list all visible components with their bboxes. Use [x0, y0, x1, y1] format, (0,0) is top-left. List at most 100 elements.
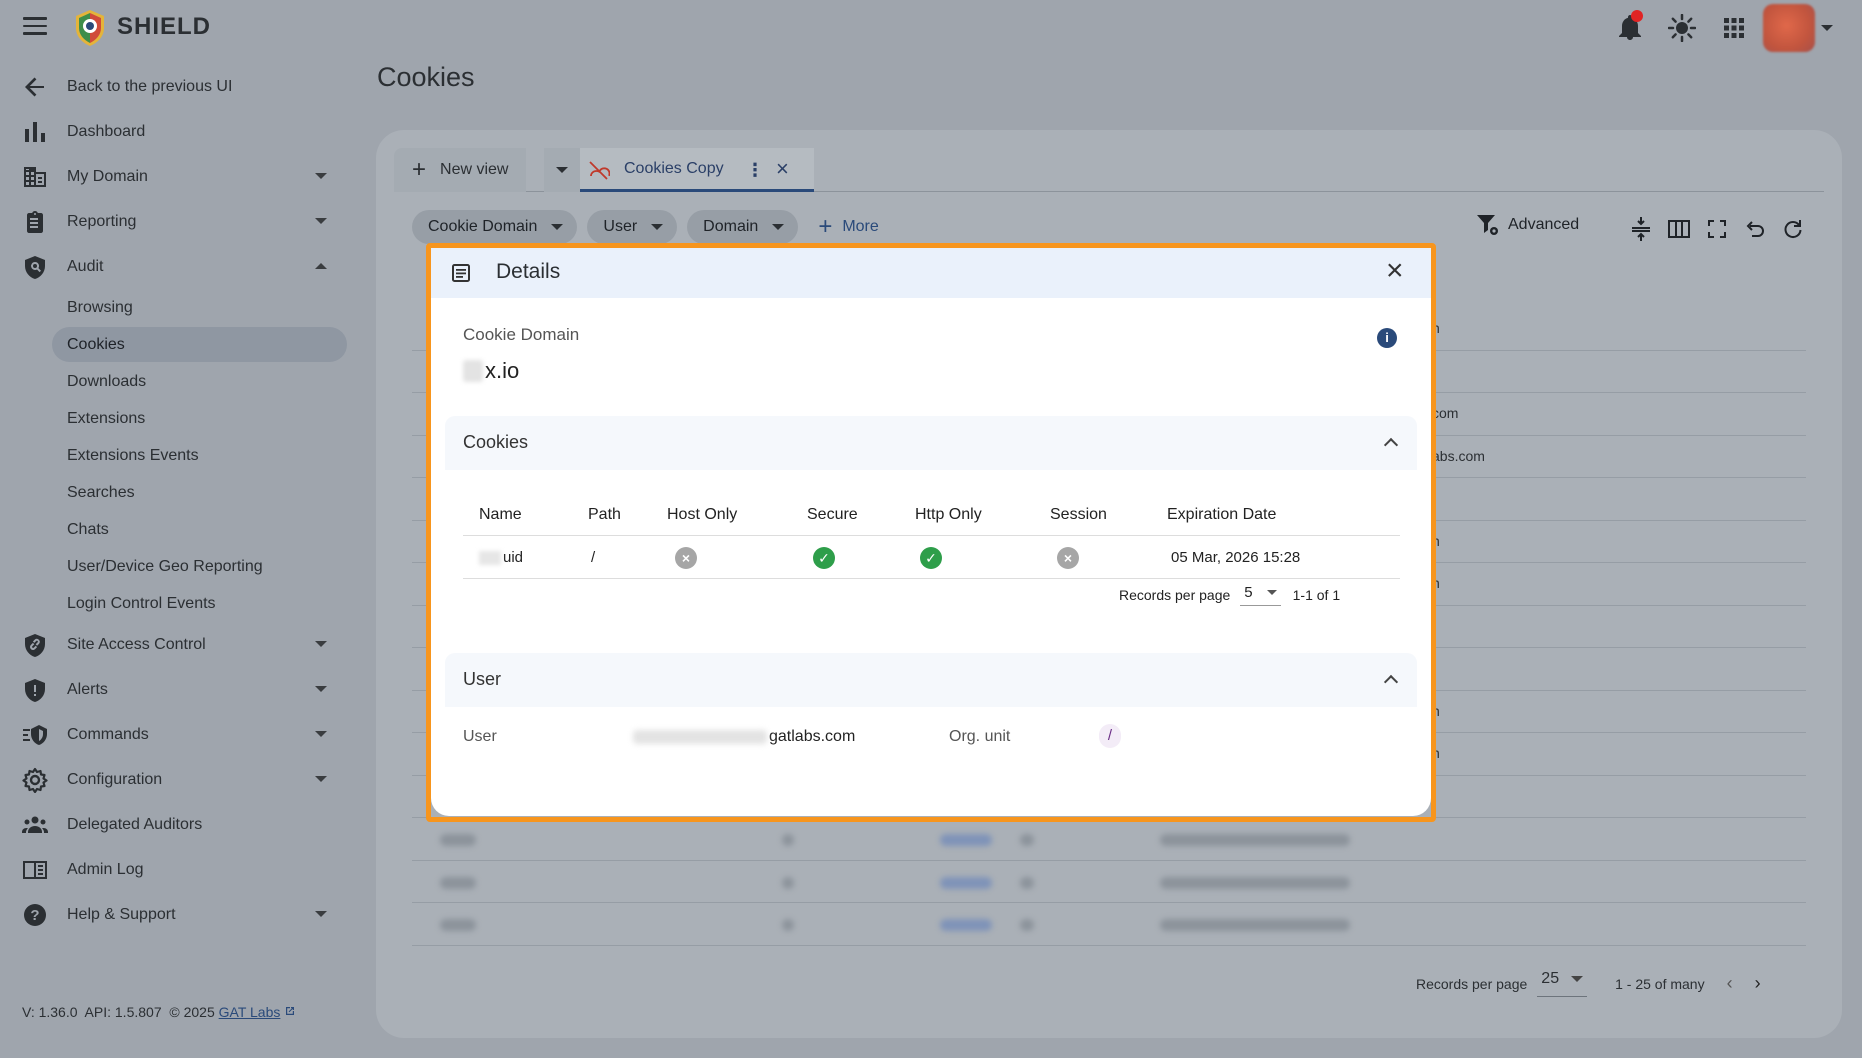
back-label: Back to the previous UI [67, 77, 233, 95]
sidebar-item-dashboard[interactable]: Dashboard [0, 109, 360, 154]
user-value[interactable]: gatlabs.com [633, 728, 855, 746]
api-version-text: API: 1.5.807 [84, 1004, 162, 1020]
sidebar-item-commands[interactable]: Commands [0, 712, 360, 757]
records-per-page-select[interactable]: 25 [1537, 970, 1588, 997]
tab-cookies-copy[interactable]: Cookies Copy ⋮ × [580, 148, 814, 192]
menu-icon[interactable] [23, 17, 47, 37]
filter-bar: Cookie Domain User Domain + More [412, 210, 889, 244]
next-page-icon[interactable]: › [1755, 973, 1761, 994]
sidebar-item-reporting[interactable]: Reporting [0, 199, 360, 244]
sidebar-subitem-chats[interactable]: Chats [0, 511, 360, 548]
user-section-header[interactable]: User [445, 653, 1417, 707]
sidebar-subitem-geo-reporting[interactable]: User/Device Geo Reporting [0, 548, 360, 585]
views-dropdown-button[interactable] [544, 148, 580, 192]
sidebar-subitem-browsing[interactable]: Browsing [0, 289, 360, 326]
account-menu[interactable] [1760, 4, 1836, 52]
records-per-page-select[interactable]: 5 [1240, 584, 1281, 606]
filter-chip-cookie-domain[interactable]: Cookie Domain [412, 210, 578, 244]
version-text: V: 1.36.0 [22, 1004, 78, 1020]
redacted-cell [782, 876, 794, 889]
redacted-cell [1160, 876, 1350, 889]
redacted-text [479, 551, 501, 566]
advanced-filter-button[interactable]: Advanced [1476, 214, 1579, 236]
cookie-domain-label: Cookie Domain [463, 325, 580, 344]
previous-page-icon[interactable]: ‹ [1727, 973, 1733, 994]
kebab-menu-icon[interactable]: ⋮ [746, 160, 764, 181]
more-filters-button[interactable]: + More [808, 210, 888, 244]
table-row[interactable] [412, 861, 1806, 903]
refresh-button[interactable] [1774, 214, 1812, 244]
chevron-down-icon [315, 731, 327, 737]
chevron-up-icon [1383, 674, 1399, 690]
shield-link-icon [25, 634, 45, 657]
chip-label: Domain [703, 218, 759, 235]
fullscreen-button[interactable] [1698, 214, 1736, 244]
cookie-name-text: uid [503, 549, 524, 566]
new-view-tab[interactable]: + New view [394, 148, 527, 192]
gat-labs-link[interactable]: GAT Labs [219, 1004, 281, 1020]
sidebar-subitem-downloads[interactable]: Downloads [0, 363, 360, 400]
sidebar-item-my-domain[interactable]: My Domain [0, 154, 360, 199]
back-to-previous-ui[interactable]: Back to the previous UI [0, 64, 360, 109]
sidebar-item-admin-log[interactable]: Admin Log [0, 847, 360, 892]
help-icon: ? [24, 904, 46, 926]
cookie-domain-value: x.io [463, 358, 519, 384]
document-icon [452, 264, 470, 282]
info-icon[interactable]: i [1377, 328, 1397, 348]
sidebar-subitem-extensions[interactable]: Extensions [0, 400, 360, 437]
sidebar-item-site-access-control[interactable]: Site Access Control [0, 622, 360, 667]
cookies-section-header[interactable]: Cookies [445, 416, 1417, 470]
column-header: Path [588, 506, 621, 523]
more-label: More [842, 218, 879, 235]
table-row[interactable] [412, 903, 1806, 946]
building-icon [24, 167, 46, 187]
close-icon[interactable]: × [1386, 256, 1404, 286]
table-row[interactable] [412, 818, 1806, 861]
close-tab-icon[interactable]: × [776, 156, 789, 182]
chip-label: Cookie Domain [428, 218, 538, 235]
dialog-header: Details × [431, 248, 1431, 298]
sidebar-item-help-support[interactable]: ? Help & Support [0, 892, 360, 937]
sidebar-subitem-label: Cookies [67, 335, 125, 353]
sidebar-item-label: Commands [67, 725, 149, 743]
sidebar-subitem-cookies[interactable]: Cookies [0, 326, 360, 363]
density-button[interactable] [1622, 214, 1660, 244]
theme-toggle-button[interactable] [1656, 6, 1708, 50]
avatar[interactable] [1763, 4, 1815, 52]
brightness-icon [1668, 14, 1696, 42]
host-only-cross-icon: × [675, 547, 697, 569]
apps-button[interactable] [1708, 6, 1760, 50]
copyright-text: © 2025 [169, 1004, 215, 1020]
sidebar-item-configuration[interactable]: Configuration [0, 757, 360, 802]
sidebar-subitem-searches[interactable]: Searches [0, 474, 360, 511]
sidebar-subitem-login-control-events[interactable]: Login Control Events [0, 585, 360, 622]
filter-chip-domain[interactable]: Domain [687, 210, 799, 244]
filter-chip-user[interactable]: User [587, 210, 678, 244]
sidebar-subitem-extensions-events[interactable]: Extensions Events [0, 437, 360, 474]
sidebar-item-audit[interactable]: Audit [0, 244, 360, 289]
section-title: Cookies [463, 432, 529, 452]
redacted-cell [440, 876, 476, 889]
redacted-cell [440, 919, 476, 931]
density-icon [1632, 217, 1650, 241]
column-header: Session [1050, 506, 1107, 523]
sidebar-item-label: Configuration [67, 770, 163, 788]
org-unit-badge[interactable]: / [1099, 724, 1121, 748]
log-icon [23, 861, 47, 879]
redacted-cell [1160, 834, 1350, 846]
new-view-label: New view [440, 161, 509, 178]
sidebar-subitem-label: Searches [67, 483, 135, 501]
columns-button[interactable] [1660, 214, 1698, 244]
sidebar-item-label: Reporting [67, 212, 137, 230]
undo-button[interactable] [1736, 214, 1774, 244]
chevron-up-icon [315, 263, 327, 269]
refresh-icon [1784, 220, 1802, 239]
user-label: User [463, 728, 497, 745]
column-header: Http Only [915, 506, 982, 523]
notifications-button[interactable] [1604, 6, 1656, 50]
org-unit-label: Org. unit [949, 728, 1011, 745]
sidebar-item-alerts[interactable]: Alerts [0, 667, 360, 712]
sidebar-item-delegated-auditors[interactable]: Delegated Auditors [0, 802, 360, 847]
redacted-text [633, 730, 767, 744]
table-pagination: Records per page 25 1 - 25 of many ‹ › [1416, 970, 1761, 997]
